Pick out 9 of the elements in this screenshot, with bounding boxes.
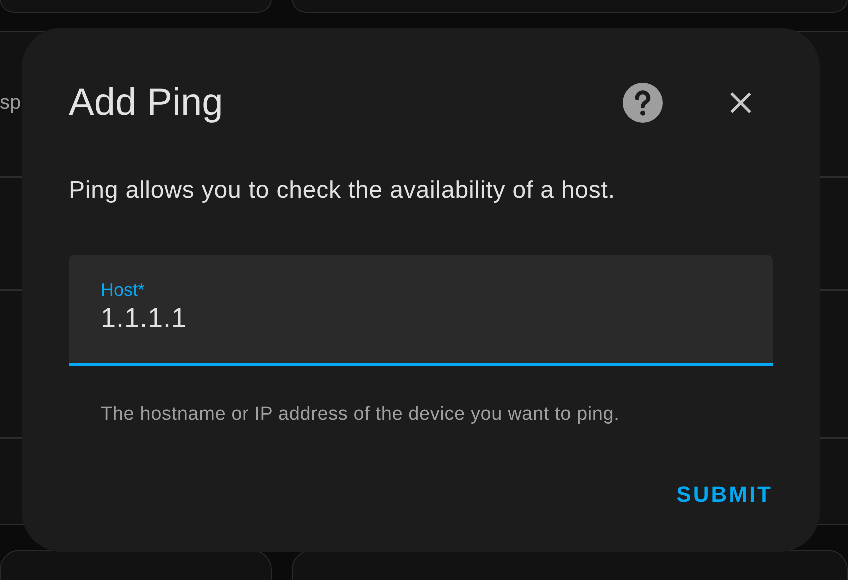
help-icon[interactable] bbox=[623, 83, 663, 123]
submit-button[interactable]: SUBMIT bbox=[668, 476, 773, 514]
host-input[interactable]: 1.1.1.1 bbox=[101, 303, 741, 334]
dialog-title: Add Ping bbox=[69, 82, 224, 124]
dialog-description: Ping allows you to check the availability of a host. bbox=[69, 177, 616, 205]
field-helper-text: The hostname or IP address of the device you want to ping. bbox=[101, 404, 621, 426]
host-field[interactable]: Host* 1.1.1.1 bbox=[69, 255, 773, 366]
field-label: Host* bbox=[101, 280, 146, 301]
card-title: sp bbox=[0, 92, 22, 115]
